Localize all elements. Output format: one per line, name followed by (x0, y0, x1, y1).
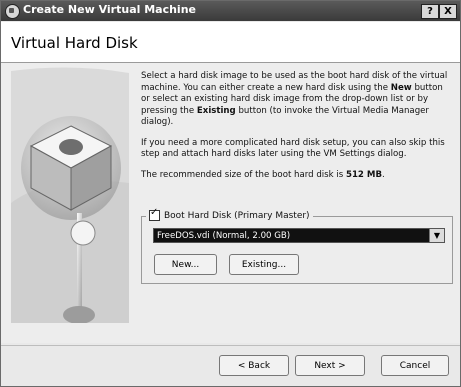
window-title: Create New Virtual Machine (23, 3, 196, 16)
advanced-paragraph: If you need a more complicated hard disk… (141, 137, 445, 160)
boot-disk-checkbox[interactable] (149, 207, 160, 221)
close-button[interactable]: X (439, 4, 457, 19)
hard-disk-select[interactable]: FreeDOS.vdi (Normal, 2.00 GB) ▼ (153, 228, 445, 243)
page-header: Virtual Hard Disk (1, 22, 460, 63)
existing-disk-button[interactable]: Existing... (229, 254, 299, 275)
help-button[interactable]: ? (421, 4, 439, 19)
virtualbox-logo-icon (11, 67, 129, 323)
title-bar: Create New Virtual Machine ? X (1, 1, 460, 21)
boot-disk-label: Boot Hard Disk (Primary Master) (164, 210, 310, 221)
wizard-window: Create New Virtual Machine ? X Virtual H… (0, 0, 461, 387)
dropdown-arrow-icon[interactable]: ▼ (429, 229, 444, 242)
description-text: Select a hard disk image to be used as t… (141, 71, 451, 190)
intro-paragraph: Select a hard disk image to be used as t… (141, 71, 448, 127)
new-disk-button[interactable]: New... (154, 254, 217, 275)
page-title: Virtual Hard Disk (11, 34, 138, 52)
virtualbox-icon (5, 4, 20, 19)
recommended-size-paragraph: The recommended size of the boot hard di… (141, 169, 385, 180)
boot-disk-checkbox-row[interactable]: Boot Hard Disk (Primary Master) (146, 207, 313, 221)
cancel-button[interactable]: Cancel (381, 355, 449, 376)
next-button[interactable]: Next > (295, 355, 365, 376)
footer-divider (1, 345, 460, 346)
selected-disk-value: FreeDOS.vdi (Normal, 2.00 GB) (157, 231, 291, 241)
back-button[interactable]: < Back (219, 355, 289, 376)
